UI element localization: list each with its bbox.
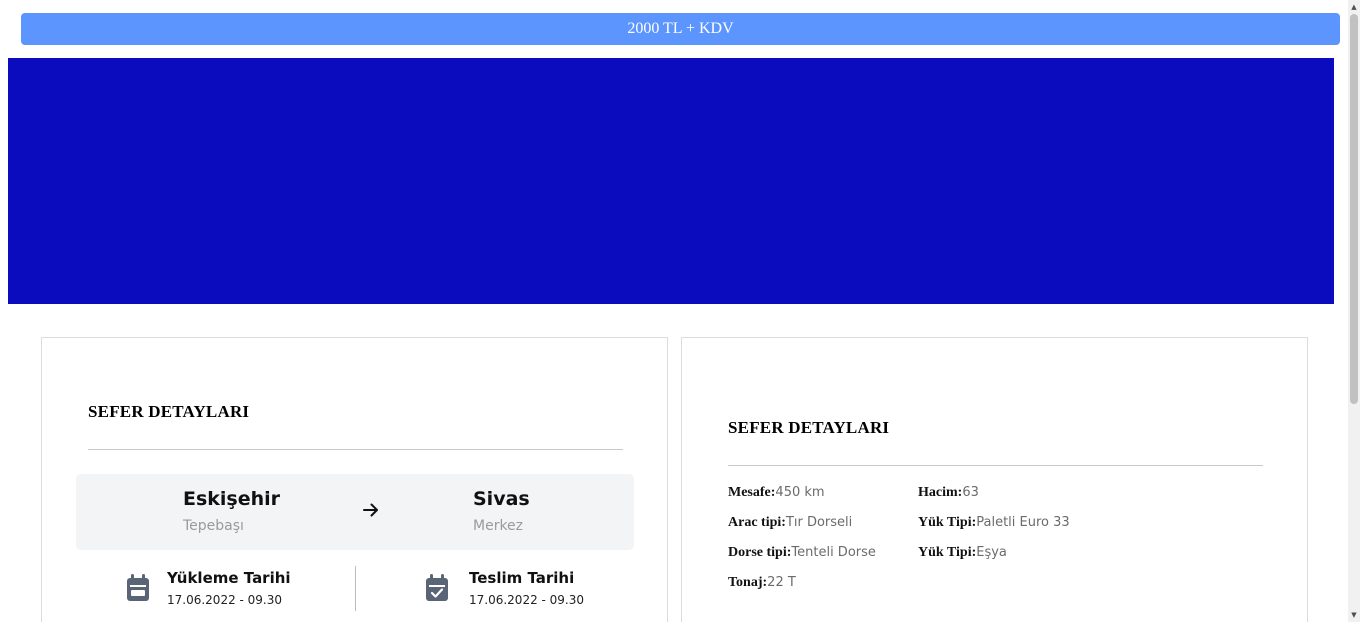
scroll-up-arrow-icon[interactable]: ▲ <box>1348 2 1360 12</box>
delivery-date-value: 17.06.2022 - 09.30 <box>469 593 585 607</box>
detail-trailer-type: Dorse tipi:Tenteli Dorse <box>728 545 876 560</box>
card-title: SEFER DETAYLARI <box>88 402 250 421</box>
calendar-icon <box>127 574 149 601</box>
origin-district: Tepebaşı <box>183 518 244 534</box>
price-button[interactable]: 2000 TL + KDV <box>21 13 1340 45</box>
loading-date-value: 17.06.2022 - 09.30 <box>167 593 283 607</box>
date-separator <box>355 566 356 611</box>
delivery-date-label: Teslim Tarihi <box>469 569 575 587</box>
arrow-right-icon <box>363 503 378 517</box>
divider <box>728 465 1263 466</box>
detail-load-type-2: Yük Tipi:Eşya <box>918 545 1007 560</box>
origin-city: Eskişehir <box>183 488 281 510</box>
detail-distance: Mesafe:450 km <box>728 485 825 500</box>
destination-district: Merkez <box>473 518 524 534</box>
calendar-check-icon <box>426 574 448 601</box>
trip-specs-card: SEFER DETAYLARI Mesafe:450 km Hacim:63 A… <box>681 337 1308 622</box>
hero-banner <box>8 58 1334 304</box>
detail-load-type: Yük Tipi:Paletli Euro 33 <box>918 515 1070 530</box>
loading-date-label: Yükleme Tarihi <box>167 569 291 587</box>
detail-vehicle-type: Arac tipi:Tır Dorseli <box>728 515 853 530</box>
detail-volume: Hacim:63 <box>918 485 979 500</box>
trip-details-card: SEFER DETAYLARI Eskişehir Tepebaşı Sivas… <box>41 337 668 622</box>
route-box: Eskişehir Tepebaşı Sivas Merkez <box>76 474 634 550</box>
detail-tonnage: Tonaj:22 T <box>728 575 796 590</box>
divider <box>88 449 623 450</box>
vertical-scrollbar[interactable]: ▲ ▼ <box>1348 0 1360 622</box>
scrollbar-thumb[interactable] <box>1350 14 1358 404</box>
scroll-down-arrow-icon[interactable]: ▼ <box>1348 610 1360 620</box>
card-title: SEFER DETAYLARI <box>728 418 890 437</box>
destination-city: Sivas <box>473 488 530 510</box>
